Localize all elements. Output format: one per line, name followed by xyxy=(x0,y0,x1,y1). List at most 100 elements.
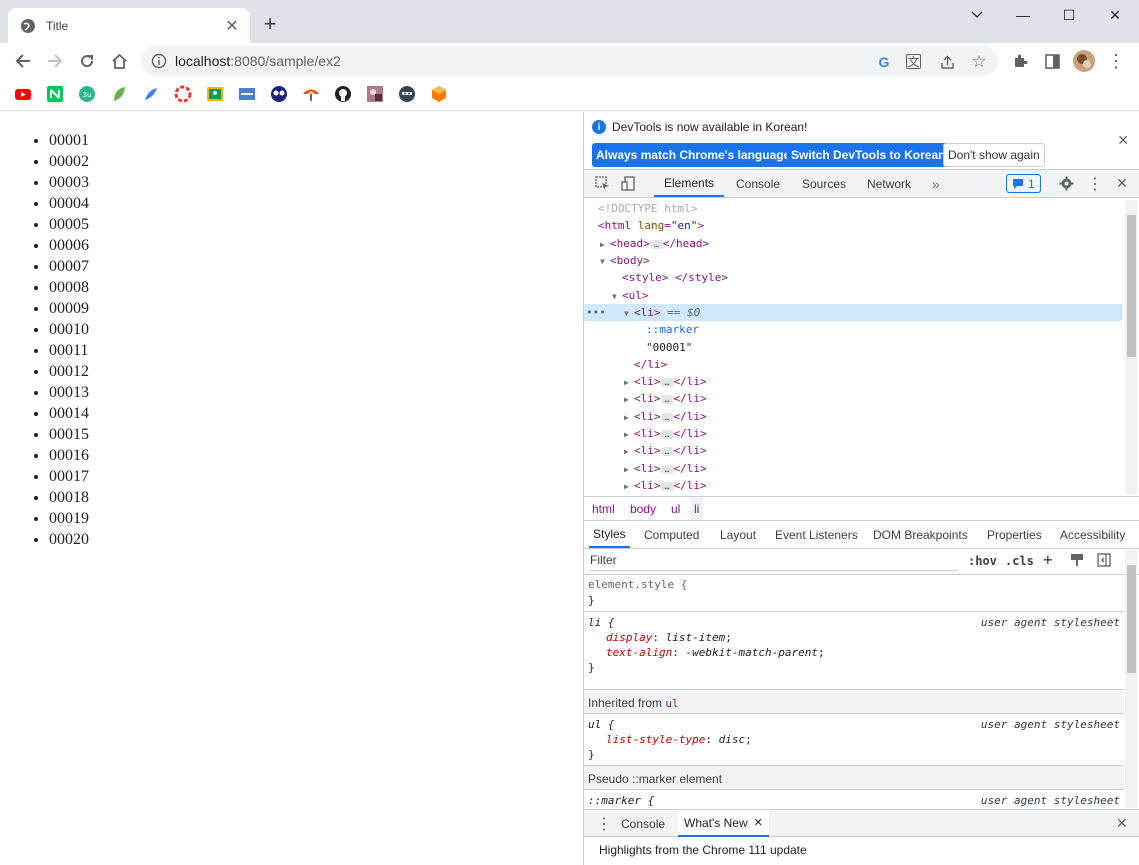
side-panel-icon[interactable] xyxy=(1038,47,1066,75)
dom-li-collapsed[interactable]: ▶ <li>… </li> xyxy=(584,460,1122,477)
forward-icon[interactable] xyxy=(41,47,69,75)
extensions-icon[interactable] xyxy=(1006,47,1034,75)
youtube-bookmark-icon[interactable] xyxy=(14,85,32,103)
more-menu-icon[interactable]: ⋮ xyxy=(1102,47,1130,75)
umbrella-bookmark-icon[interactable] xyxy=(302,85,320,103)
hover-state-toggle[interactable]: :hov xyxy=(968,554,997,568)
tab-computed[interactable]: Computed xyxy=(644,521,699,548)
dom-li-collapsed[interactable]: ▶ <li>… </li> xyxy=(584,425,1122,442)
styles-filter-input[interactable]: Filter xyxy=(590,553,958,571)
device-toolbar-icon[interactable] xyxy=(618,170,638,197)
dom-li-close[interactable]: </li> xyxy=(584,356,1122,373)
dom-doctype[interactable]: <!DOCTYPE html> xyxy=(584,200,1122,217)
green-circle-bookmark-icon[interactable]: 3u xyxy=(78,85,96,103)
home-icon[interactable] xyxy=(105,47,133,75)
site-info-icon[interactable] xyxy=(151,53,167,69)
drawer-tab-console[interactable]: Console xyxy=(621,810,665,837)
tab-network[interactable]: Network xyxy=(867,170,911,197)
class-toggle[interactable]: .cls xyxy=(1005,554,1034,568)
naver-bookmark-icon[interactable] xyxy=(46,85,64,103)
inspect-element-icon[interactable] xyxy=(592,170,612,197)
rule-source[interactable]: user agent stylesheet xyxy=(981,616,1120,629)
tab-dom-breakpoints[interactable]: DOM Breakpoints xyxy=(873,521,968,548)
profile-avatar[interactable] xyxy=(1070,47,1098,75)
rule-ul[interactable]: ul { user agent stylesheet list-style-ty… xyxy=(584,714,1124,766)
dom-li-collapsed[interactable]: ▶ <li>… </li> xyxy=(584,477,1122,494)
address-bar[interactable]: localhost:8080/sample/ex2 G 文 ☆ xyxy=(141,46,998,76)
maximize-button[interactable]: ☐ xyxy=(1046,0,1092,30)
tab-elements[interactable]: Elements xyxy=(654,170,725,197)
rule-source[interactable]: user agent stylesheet xyxy=(981,718,1120,731)
minimize-button[interactable]: — xyxy=(1000,0,1046,30)
classroom-bookmark-icon[interactable] xyxy=(206,85,224,103)
drawer-menu-icon[interactable]: ⋮ xyxy=(596,810,612,837)
drawer-tab-whats-new[interactable]: What's New ✕ xyxy=(678,810,769,837)
more-tabs-icon[interactable]: » xyxy=(932,170,940,197)
paint-brush-icon[interactable] xyxy=(1070,553,1084,567)
browser-tab[interactable]: Title ✕ xyxy=(8,8,250,43)
tab-search-chevron-icon[interactable] xyxy=(954,0,1000,30)
dom-tree-scrollbar[interactable] xyxy=(1125,200,1137,494)
dom-ul[interactable]: ▼ <ul> xyxy=(584,287,1122,304)
dom-head[interactable]: ▶ <head>… </head> xyxy=(584,235,1122,252)
close-tab-icon[interactable]: ✕ xyxy=(222,16,242,36)
dom-html[interactable]: <html lang="en"> xyxy=(584,217,1122,234)
dont-show-again-button[interactable]: Don't show again xyxy=(943,143,1045,167)
dom-marker[interactable]: ::marker xyxy=(584,321,1122,338)
dom-li-collapsed[interactable]: ▶ <li>… </li> xyxy=(584,390,1122,407)
rule-source[interactable]: user agent stylesheet xyxy=(981,794,1120,807)
settings-gear-icon[interactable] xyxy=(1056,170,1076,197)
close-banner-icon[interactable]: ✕ xyxy=(1117,132,1129,149)
dom-li-selected[interactable]: ••• ▼ <li> == $0 xyxy=(584,304,1122,321)
github-bookmark-icon[interactable] xyxy=(334,85,352,103)
back-icon[interactable] xyxy=(9,47,37,75)
close-whats-new-icon[interactable]: ✕ xyxy=(754,816,763,829)
translate-icon[interactable]: 文 xyxy=(906,54,921,69)
rule-marker[interactable]: ::marker { user agent stylesheet unicode… xyxy=(584,790,1124,809)
crumb-body[interactable]: body xyxy=(630,502,656,516)
dom-style[interactable]: <style> </style> xyxy=(584,269,1122,286)
tab-properties[interactable]: Properties xyxy=(987,521,1042,548)
rule-element-style[interactable]: element.style { } xyxy=(584,575,1124,612)
close-drawer-icon[interactable]: ✕ xyxy=(1116,810,1128,837)
scrollbar-thumb[interactable] xyxy=(1127,215,1136,357)
issues-badge[interactable]: 1 xyxy=(1006,174,1041,193)
tab-event-listeners[interactable]: Event Listeners xyxy=(775,521,858,548)
ninja-bookmark-icon[interactable] xyxy=(398,85,416,103)
inherited-from-tag[interactable]: ul xyxy=(665,697,678,710)
feather-bookmark-icon[interactable] xyxy=(142,85,160,103)
new-style-rule-icon[interactable]: + xyxy=(1043,550,1053,569)
google-lens-icon[interactable]: G xyxy=(875,53,893,71)
rule-li[interactable]: li { user agent stylesheet display: list… xyxy=(584,612,1124,690)
photo-bookmark-icon[interactable] xyxy=(366,85,384,103)
tab-styles[interactable]: Styles xyxy=(589,521,630,548)
crumb-li[interactable]: li xyxy=(690,497,704,520)
dom-body[interactable]: ▼ <body> xyxy=(584,252,1122,269)
dom-li-collapsed[interactable]: ▶ <li>… </li> xyxy=(584,442,1122,459)
dom-li-collapsed[interactable]: ▶ <li>… </li> xyxy=(584,373,1122,390)
tab-sources[interactable]: Sources xyxy=(802,170,846,197)
toggle-sidebar-icon[interactable] xyxy=(1097,553,1111,567)
crumb-ul[interactable]: ul xyxy=(671,502,680,516)
dom-text-node[interactable]: "00001" xyxy=(584,339,1122,356)
scrollbar-thumb[interactable] xyxy=(1127,565,1136,673)
switch-to-korean-button[interactable]: Switch DevTools to Korean xyxy=(787,143,950,167)
cube-bookmark-icon[interactable] xyxy=(430,85,448,103)
always-match-language-button[interactable]: Always match Chrome's language xyxy=(592,143,795,167)
devtools-menu-icon[interactable]: ⋮ xyxy=(1085,170,1105,197)
blue-badge-bookmark-icon[interactable] xyxy=(238,85,256,103)
share-icon[interactable] xyxy=(938,53,956,71)
dom-li-collapsed[interactable]: ▶ <li>… </li> xyxy=(584,408,1122,425)
crumb-html[interactable]: html xyxy=(592,502,615,516)
styles-scrollbar[interactable] xyxy=(1125,550,1137,808)
tab-accessibility[interactable]: Accessibility xyxy=(1060,521,1125,548)
tab-layout[interactable]: Layout xyxy=(720,521,756,548)
tab-console[interactable]: Console xyxy=(736,170,780,197)
close-devtools-icon[interactable]: ✕ xyxy=(1112,170,1132,197)
leaf-bookmark-icon[interactable] xyxy=(110,85,128,103)
new-tab-button[interactable]: + xyxy=(258,11,282,36)
reload-icon[interactable] xyxy=(73,47,101,75)
close-window-button[interactable]: ✕ xyxy=(1092,0,1138,30)
bookmark-star-icon[interactable]: ☆ xyxy=(970,52,988,71)
owl-bookmark-icon[interactable] xyxy=(270,85,288,103)
